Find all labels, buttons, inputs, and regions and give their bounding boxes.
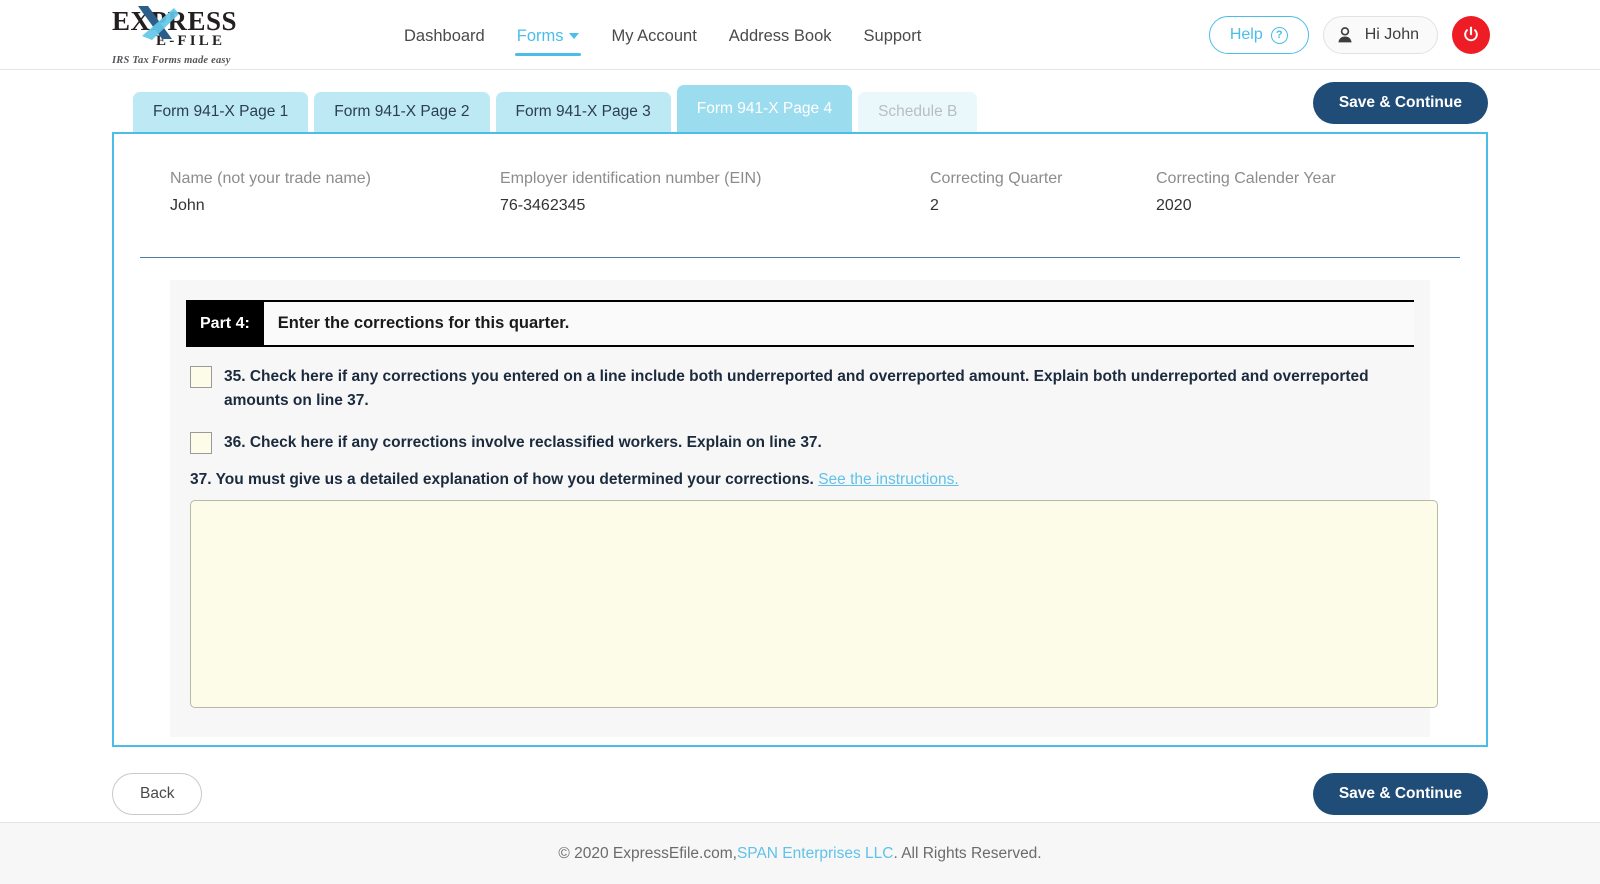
footer-copyright-prefix: © 2020 ExpressEfile.com, — [558, 844, 737, 862]
part-4-panel: Part 4: Enter the corrections for this q… — [170, 280, 1438, 738]
line-35-checkbox[interactable] — [190, 366, 212, 388]
meta-field-correcting-quarter: Correcting Quarter 2 — [930, 170, 1156, 215]
form-card: Name (not your trade name) John Employer… — [112, 132, 1488, 747]
line-37-label-row: 37. You must give us a detailed explanat… — [186, 471, 1414, 489]
nav-label: Support — [863, 26, 922, 45]
meta-label: Correcting Quarter — [930, 170, 1063, 187]
logo-wordmark: EXPRESS — [112, 6, 238, 36]
chevron-down-icon — [569, 32, 580, 39]
power-icon — [1464, 26, 1478, 42]
tab-schedule-b: Schedule B — [858, 92, 978, 132]
part-badge: Part 4: — [186, 302, 264, 345]
tab-form-941x-page-1[interactable]: Form 941-X Page 1 — [133, 92, 309, 132]
nav-item-support[interactable]: Support — [848, 3, 938, 68]
site-footer: © 2020 ExpressEfile.com, SPAN Enterprise… — [0, 822, 1600, 884]
user-menu[interactable]: Hi John — [1322, 16, 1438, 54]
tab-form-941x-page-3[interactable]: Form 941-X Page 3 — [495, 92, 671, 132]
nav-label: Address Book — [728, 26, 832, 45]
line-35-label: 35. Check here if any corrections you en… — [224, 368, 1369, 410]
line-35-row: 35. Check here if any corrections you en… — [186, 365, 1414, 413]
logo-mark: EXPRESS — [112, 6, 272, 40]
nav-item-address-book[interactable]: Address Book — [713, 3, 848, 68]
line-36-checkbox[interactable] — [190, 432, 212, 455]
save-and-continue-bottom-button[interactable]: Save & Continue — [1312, 773, 1488, 815]
meta-value: 2020 — [1156, 197, 1192, 214]
nav-label: My Account — [611, 26, 697, 45]
line-36-label: 36. Check here if any corrections involv… — [224, 434, 822, 452]
nav-item-my-account[interactable]: My Account — [595, 3, 712, 68]
user-greeting: Hi John — [1364, 26, 1419, 43]
nav-label: Forms — [516, 26, 564, 45]
form-page-tabs: Form 941-X Page 1 Form 941-X Page 2 Form… — [0, 70, 1600, 132]
save-and-continue-top-button[interactable]: Save & Continue — [1312, 82, 1488, 124]
meta-label: Employer identification number (EIN) — [500, 170, 762, 187]
tab-form-941x-page-4[interactable]: Form 941-X Page 4 — [676, 85, 853, 132]
meta-value: 2 — [930, 197, 939, 214]
help-label: Help — [1229, 26, 1263, 43]
person-icon — [1338, 27, 1352, 43]
main-navigation: Dashboard Forms My Account Address Book … — [388, 0, 937, 70]
see-the-instructions-link[interactable]: See the instructions. — [818, 471, 958, 488]
meta-field-correcting-year: Correcting Calender Year 2020 — [1156, 170, 1336, 215]
brand-logo[interactable]: EXPRESS E-FILE IRS Tax Forms made easy — [112, 6, 272, 66]
meta-field-name: Name (not your trade name) John — [170, 170, 500, 215]
nav-item-dashboard[interactable]: Dashboard — [388, 3, 501, 68]
help-button[interactable]: Help ? — [1208, 16, 1309, 54]
meta-field-ein: Employer identification number (EIN) 76-… — [500, 170, 930, 215]
header-actions: Help ? Hi John — [1208, 0, 1490, 70]
meta-value: 76-3462345 — [500, 197, 586, 214]
line-37-explanation-textarea[interactable] — [190, 500, 1438, 709]
form-actions: Back Save & Continue — [112, 771, 1488, 817]
meta-label: Name (not your trade name) — [170, 170, 371, 187]
meta-value: John — [170, 197, 205, 214]
nav-item-forms[interactable]: Forms — [501, 3, 596, 68]
back-button[interactable]: Back — [112, 773, 203, 815]
logout-button[interactable] — [1452, 16, 1490, 54]
line-36-row: 36. Check here if any corrections involv… — [186, 431, 1414, 455]
footer-copyright-suffix: . All Rights Reserved. — [893, 844, 1042, 862]
logo-tagline: IRS Tax Forms made easy — [112, 55, 231, 66]
line-37-label: 37. You must give us a detailed explanat… — [190, 471, 814, 489]
span-enterprises-link[interactable]: SPAN Enterprises LLC — [737, 845, 894, 863]
nav-label: Dashboard — [404, 26, 485, 45]
tab-form-941x-page-2[interactable]: Form 941-X Page 2 — [314, 92, 490, 132]
part-title: Enter the corrections for this quarter. — [277, 314, 570, 332]
question-circle-icon: ? — [1270, 26, 1288, 44]
part-4-header: Part 4: Enter the corrections for this q… — [186, 300, 1414, 347]
form-meta-row: Name (not your trade name) John Employer… — [140, 162, 1460, 258]
meta-label: Correcting Calender Year — [1156, 170, 1336, 187]
site-header: EXPRESS E-FILE IRS Tax Forms made easy D… — [0, 0, 1600, 70]
